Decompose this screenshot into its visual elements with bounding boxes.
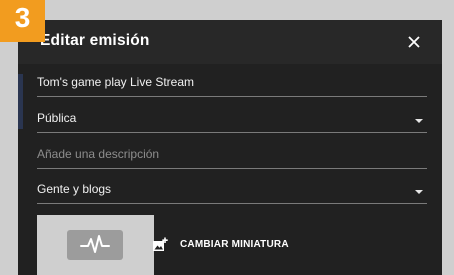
change-thumbnail-button[interactable]: CAMBIAR MINIATURA <box>152 233 289 255</box>
title-input-value: Tom's game play Live Stream <box>37 75 195 89</box>
change-thumbnail-label: CAMBIAR MINIATURA <box>180 238 289 250</box>
thumbnail-placeholder <box>67 230 123 260</box>
step-number-badge: 3 <box>0 0 45 42</box>
title-input[interactable]: Tom's game play Live Stream <box>37 70 427 97</box>
close-button[interactable] <box>400 28 428 56</box>
step-number: 3 <box>14 2 31 33</box>
edit-broadcast-dialog: Editar emisión Tom's game play Live Stre… <box>18 20 442 275</box>
chevron-down-icon <box>415 119 423 123</box>
category-select-value: Gente y blogs <box>37 182 112 196</box>
close-icon <box>408 36 420 48</box>
background-accent-strip <box>18 74 23 129</box>
chevron-down-icon <box>415 190 423 194</box>
privacy-select-value: Pública <box>37 111 77 125</box>
add-photo-icon <box>153 237 168 251</box>
category-select[interactable]: Gente y blogs <box>37 177 427 204</box>
thumbnail-preview <box>37 215 154 275</box>
activity-pulse-icon <box>80 235 110 253</box>
dialog-title: Editar emisión <box>40 32 150 49</box>
dialog-header: Editar emisión <box>18 20 442 64</box>
description-placeholder: Añade una descripción <box>37 147 160 161</box>
description-input[interactable]: Añade una descripción <box>37 142 427 169</box>
privacy-select[interactable]: Pública <box>37 106 427 133</box>
